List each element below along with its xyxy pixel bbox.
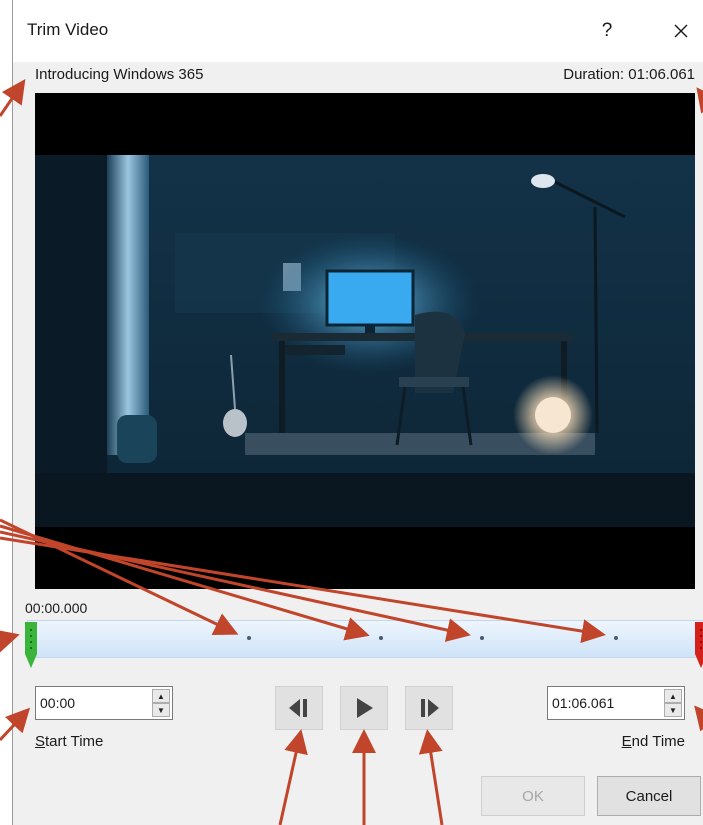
title-bar: Trim Video ?: [13, 0, 703, 62]
end-time-label-text: nd Time: [631, 733, 685, 750]
start-time-spinner[interactable]: ▲ ▼: [35, 686, 173, 720]
cancel-button[interactable]: Cancel: [597, 776, 701, 816]
play-button[interactable]: [340, 686, 388, 730]
help-button[interactable]: ?: [587, 14, 627, 48]
start-trim-handle[interactable]: [25, 622, 37, 668]
next-frame-icon: [421, 699, 439, 717]
end-time-spinner[interactable]: ▲ ▼: [547, 686, 685, 720]
end-time-spin-buttons: ▲ ▼: [664, 689, 682, 717]
end-time-up-button[interactable]: ▲: [664, 689, 682, 703]
video-frame-image: [35, 93, 695, 589]
start-time-label: Start Time: [35, 733, 103, 750]
close-icon: [674, 24, 688, 38]
end-time-down-button[interactable]: ▼: [664, 703, 682, 717]
start-time-label-text: tart Time: [45, 733, 104, 750]
start-time-down-button[interactable]: ▼: [152, 703, 170, 717]
bookmark-marker[interactable]: [614, 636, 618, 640]
bookmark-marker[interactable]: [480, 636, 484, 640]
ok-button[interactable]: OK: [481, 776, 585, 816]
bookmark-marker[interactable]: [247, 636, 251, 640]
previous-frame-icon: [289, 699, 307, 717]
trim-timeline[interactable]: [27, 620, 703, 658]
start-time-input[interactable]: [40, 687, 148, 719]
end-time-accel: E: [621, 733, 632, 750]
end-time-input[interactable]: [552, 687, 660, 719]
previous-frame-button[interactable]: [275, 686, 323, 730]
start-time-accel: S: [35, 733, 46, 750]
video-preview: [35, 93, 695, 589]
play-icon: [357, 698, 373, 718]
video-duration: Duration: 01:06.061: [563, 66, 695, 83]
end-time-label: End Time: [622, 733, 685, 750]
next-frame-button[interactable]: [405, 686, 453, 730]
bookmark-marker[interactable]: [379, 636, 383, 640]
start-time-up-button[interactable]: ▲: [152, 689, 170, 703]
close-button[interactable]: [661, 14, 701, 48]
trim-video-dialog: Trim Video ? Introducing Windows 365 Dur…: [12, 0, 703, 825]
end-trim-handle[interactable]: [695, 622, 703, 668]
video-name: Introducing Windows 365: [35, 66, 204, 83]
current-time: 00:00.000: [25, 600, 88, 616]
dialog-title: Trim Video: [27, 20, 109, 39]
start-time-spin-buttons: ▲ ▼: [152, 689, 170, 717]
